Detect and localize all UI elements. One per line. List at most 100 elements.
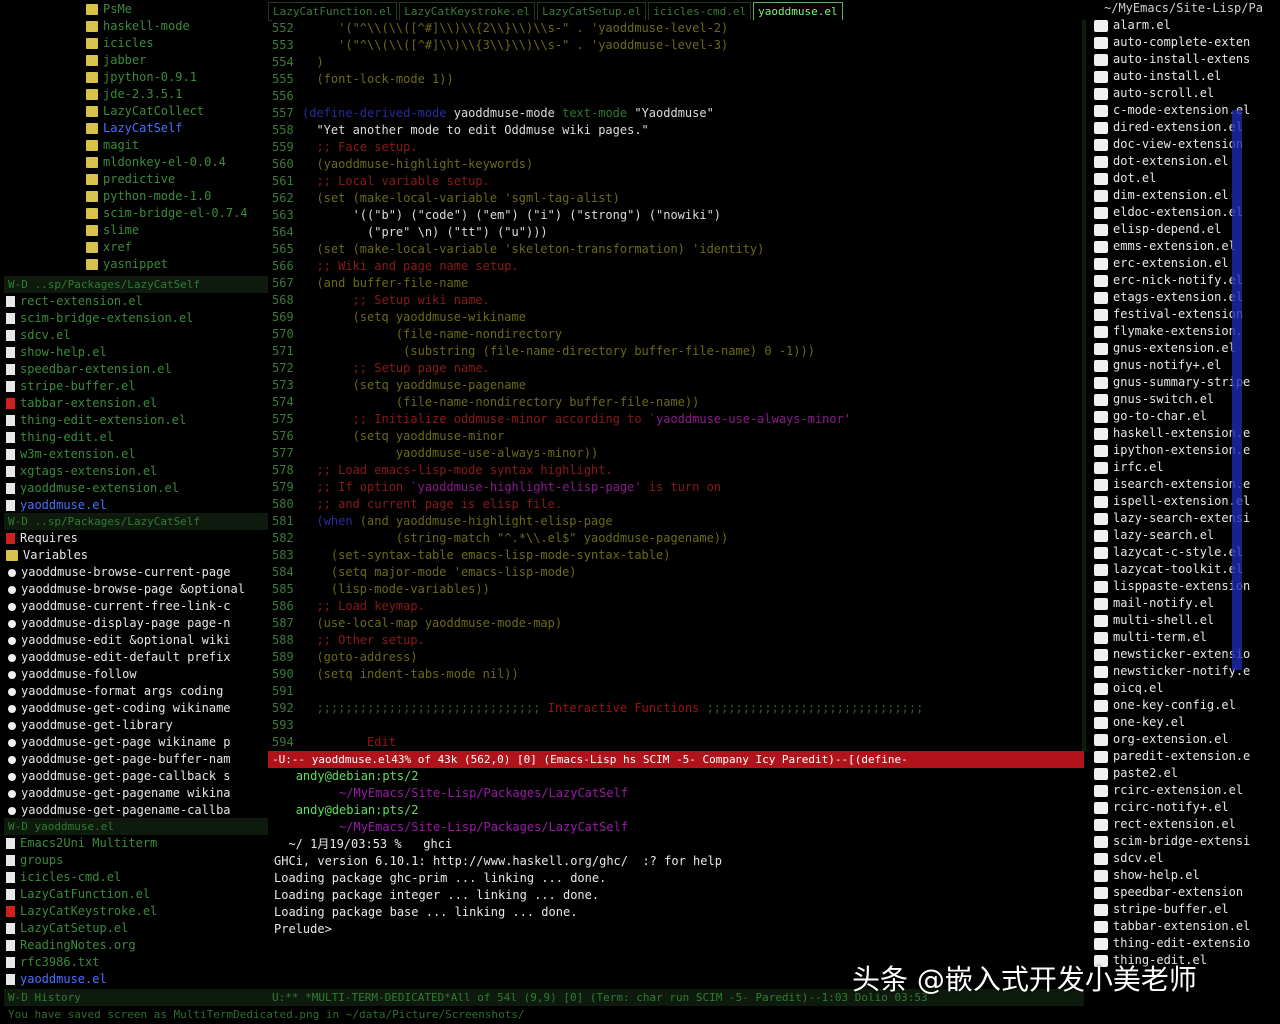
file-icon: [6, 330, 15, 341]
outline-item[interactable]: yaoddmuse-get-page-buffer-nam: [0, 751, 268, 768]
outline-item[interactable]: yaoddmuse-display-page page-n: [0, 615, 268, 632]
history-file-item[interactable]: yaoddmuse.el: [0, 971, 268, 988]
file-item[interactable]: scim-bridge-extension.el: [0, 310, 268, 327]
outline-item[interactable]: yaoddmuse-format args coding: [0, 683, 268, 700]
site-lisp-file-item[interactable]: tabbar-extension.el: [1088, 918, 1280, 935]
folder-icon: [86, 4, 98, 15]
outline-item[interactable]: yaoddmuse-browse-page &optional: [0, 581, 268, 598]
line-number: 594: [272, 735, 294, 749]
folder-icon: [86, 21, 98, 32]
tab-inactive[interactable]: LazyCatSetup.el: [537, 2, 647, 21]
site-lisp-file-item-label: gnus-extension.el: [1113, 341, 1236, 355]
tree-folder-item[interactable]: python-mode-1.0: [80, 188, 268, 205]
outline-item[interactable]: yaoddmuse-edit-default prefix: [0, 649, 268, 666]
tree-folder-item[interactable]: jde-2.3.5.1: [80, 86, 268, 103]
code-token: (and buffer-file-name: [302, 276, 469, 290]
outline-item[interactable]: yaoddmuse-get-coding wikiname: [0, 700, 268, 717]
outline-item[interactable]: yaoddmuse-browse-current-page: [0, 564, 268, 581]
file-item-label: rect-extension.el: [20, 294, 143, 308]
line-number: 579: [272, 480, 294, 494]
editor-modeline: -U:-- yaoddmuse.el43% of 43k (562,0) [0]…: [268, 751, 1084, 768]
file-item[interactable]: stripe-buffer.el: [0, 378, 268, 395]
tree-folder-item[interactable]: LazyCatCollect: [80, 103, 268, 120]
history-file-item[interactable]: LazyCatKeystroke.el: [0, 903, 268, 920]
file-item[interactable]: speedbar-extension.el: [0, 361, 268, 378]
file-icon: [1094, 699, 1108, 712]
outline-item[interactable]: yaoddmuse-follow: [0, 666, 268, 683]
tree-folder-item[interactable]: PsMe: [80, 1, 268, 18]
file-item[interactable]: sdcv.el: [0, 327, 268, 344]
history-file-item[interactable]: rfc3986.txt: [0, 954, 268, 971]
history-file-item[interactable]: groups: [0, 852, 268, 869]
code-token: (use-local-map yaoddmuse-mode-map): [302, 616, 563, 630]
tab-inactive[interactable]: LazyCatFunction.el: [268, 2, 398, 21]
outline-item[interactable]: yaoddmuse-edit &optional wiki: [0, 632, 268, 649]
tree-folder-item[interactable]: magit: [80, 137, 268, 154]
code-editor[interactable]: 552 '("^\\(\\([^#]\\)\\{2\\}\\)\\s-" . '…: [272, 20, 1082, 751]
outline-item[interactable]: Requires: [0, 530, 268, 547]
tree-folder-item[interactable]: icicles: [80, 35, 268, 52]
tree-folder-item[interactable]: xref: [80, 239, 268, 256]
outline-item[interactable]: Variables: [0, 547, 268, 564]
file-icon: [6, 974, 15, 985]
site-lisp-file-item[interactable]: thing-edit-extensio: [1088, 935, 1280, 952]
editor-scrollbar[interactable]: [1082, 20, 1086, 751]
file-item[interactable]: w3m-extension.el: [0, 446, 268, 463]
outline-item[interactable]: yaoddmuse-get-pagename wikina: [0, 785, 268, 802]
history-file-item[interactable]: icicles-cmd.el: [0, 869, 268, 886]
tab-active[interactable]: yaoddmuse.el: [753, 2, 843, 21]
code-line: 560 (yaoddmuse-highlight-keywords): [272, 156, 1082, 173]
tree-folder-item[interactable]: jabber: [80, 52, 268, 69]
site-lisp-file-item-label: gnus-summary-stripe: [1113, 375, 1251, 389]
code-token: Edit: [302, 735, 396, 749]
tree-folder-item[interactable]: scim-bridge-el-0.7.4: [80, 205, 268, 222]
code-line: 568 ;; Setup wiki name.: [272, 292, 1082, 309]
terminal-token: ~/ 1月19/03:53 %: [274, 837, 417, 851]
file-item[interactable]: tabbar-extension.el: [0, 395, 268, 412]
terminal-pane[interactable]: andy@debian:pts/2 ~/MyEmacs/Site-Lisp/Pa…: [270, 768, 1082, 989]
tab-inactive[interactable]: LazyCatKeystroke.el: [399, 2, 536, 21]
outline-item[interactable]: yaoddmuse-get-page-callback s: [0, 768, 268, 785]
outline-item[interactable]: yaoddmuse-get-library: [0, 717, 268, 734]
tree-folder-item[interactable]: slime: [80, 222, 268, 239]
site-lisp-file-item-label: mail-notify.el: [1113, 596, 1215, 610]
code-token: (file-name-nondirectory: [302, 327, 563, 341]
line-number: 578: [272, 463, 294, 477]
right-scrollbar[interactable]: [1232, 20, 1256, 920]
line-number: 580: [272, 497, 294, 511]
file-item[interactable]: thing-edit-extension.el: [0, 412, 268, 429]
right-scroll-thumb[interactable]: [1232, 110, 1242, 670]
history-file-item[interactable]: LazyCatFunction.el: [0, 886, 268, 903]
tree-folder-item[interactable]: yasnippet: [80, 256, 268, 273]
terminal-line: ~/MyEmacs/Site-Lisp/Packages/LazyCatSelf: [270, 785, 1082, 802]
tree-folder-item[interactable]: predictive: [80, 171, 268, 188]
tree-folder-item[interactable]: haskell-mode: [80, 18, 268, 35]
line-number: 552: [272, 21, 294, 35]
file-item[interactable]: show-help.el: [0, 344, 268, 361]
file-icon: [1094, 189, 1108, 202]
file-item[interactable]: thing-edit.el: [0, 429, 268, 446]
tab-inactive[interactable]: icicles-cmd.el: [648, 2, 752, 21]
file-icon: [1094, 886, 1108, 899]
file-item[interactable]: rect-extension.el: [0, 293, 268, 310]
tree-folder-item[interactable]: LazyCatSelf: [80, 120, 268, 137]
history-file-item[interactable]: LazyCatSetup.el: [0, 920, 268, 937]
file-item[interactable]: yaoddmuse.el: [0, 497, 268, 513]
history-file-item[interactable]: Emacs2Uni Multiterm: [0, 835, 268, 852]
file-item[interactable]: xgtags-extension.el: [0, 463, 268, 480]
code-line: 556: [272, 88, 1082, 105]
tree-folder-item[interactable]: jpython-0.9.1: [80, 69, 268, 86]
code-line: 580 ;; and current page is elisp file.: [272, 496, 1082, 513]
outline-item[interactable]: yaoddmuse-get-page wikiname p: [0, 734, 268, 751]
outline-item[interactable]: yaoddmuse-get-pagename-callba: [0, 802, 268, 818]
history-file-item[interactable]: ReadingNotes.org: [0, 937, 268, 954]
file-item[interactable]: yaoddmuse-extension.el: [0, 480, 268, 497]
code-token: Interactive Functions: [547, 701, 700, 715]
code-token: (setq major-mode 'emacs-lisp-mode): [302, 565, 577, 579]
outline-item[interactable]: yaoddmuse-current-free-link-c: [0, 598, 268, 615]
site-lisp-file-item-label: tabbar-extension.el: [1113, 919, 1251, 933]
file-icon: [1094, 36, 1108, 49]
tree-folder-item[interactable]: mldonkey-el-0.0.4: [80, 154, 268, 171]
code-token: (substring (file-name-directory buffer-f…: [302, 344, 815, 358]
